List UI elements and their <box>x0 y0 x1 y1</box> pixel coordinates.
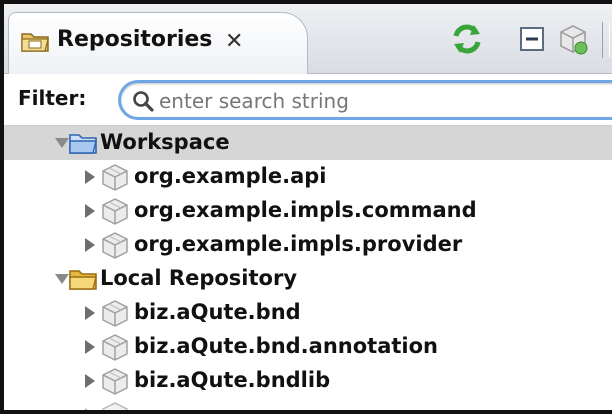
tree-node-bundle[interactable]: biz.aQute.bnd.annotation <box>4 330 612 364</box>
repositories-view: Repositories ✕ Filter: enter search stri… <box>0 0 612 414</box>
tab-repositories[interactable]: Repositories ✕ <box>8 12 308 74</box>
tree-node-bundle[interactable]: org.example.api <box>4 160 612 194</box>
tree-node-label: biz.aQute.bndlib <box>134 368 331 392</box>
tree-node-label: org.example.impls.provider <box>134 232 463 256</box>
bundle-icon <box>102 402 128 410</box>
collapsed-triangle-icon[interactable] <box>82 169 98 185</box>
bundle-icon <box>102 300 128 327</box>
bundle-icon <box>102 198 128 225</box>
search-input[interactable] <box>159 86 612 116</box>
bundle-icon <box>102 368 128 395</box>
folder-icon <box>69 270 97 290</box>
view-tab-bar: Repositories ✕ <box>4 4 612 74</box>
collapsed-triangle-icon[interactable] <box>82 203 98 219</box>
tree-node-bundle[interactable]: org.example.impls.command <box>4 194 612 228</box>
tree-node-label: biz.aQute.bnd <box>134 300 301 324</box>
collapsed-triangle-icon[interactable] <box>82 407 98 414</box>
filter-label: Filter: <box>18 86 87 110</box>
tree-node-bundle[interactable]: biz.aQute.bndlib <box>4 364 612 398</box>
tree-node-label: org.example.api <box>134 164 327 188</box>
collapsed-triangle-icon[interactable] <box>82 305 98 321</box>
tree-node-bundle[interactable]: biz.aQute.bnd <box>4 296 612 330</box>
search-icon <box>133 91 154 112</box>
collapsed-triangle-icon[interactable] <box>82 373 98 389</box>
tree-node-workspace[interactable]: Workspace <box>4 126 612 160</box>
tab-title: Repositories <box>57 27 213 52</box>
close-icon[interactable]: ✕ <box>225 31 247 53</box>
repository-folder-icon <box>21 33 49 52</box>
collapsed-triangle-icon[interactable] <box>82 339 98 355</box>
tree-node-label: org.example.impls.command <box>134 198 477 222</box>
tree-node-local-repository[interactable]: Local Repository <box>4 262 612 296</box>
collapsed-triangle-icon[interactable] <box>82 237 98 253</box>
search-field[interactable] <box>118 80 612 120</box>
workspace-folder-icon <box>69 134 97 154</box>
filter-row: Filter: <box>4 74 612 126</box>
bundle-icon <box>102 232 128 259</box>
tree-node-label: Local Repository <box>100 266 298 290</box>
repository-tree: Workspace org.example.api org.example.im… <box>4 126 612 414</box>
toolbar-separator <box>602 22 610 58</box>
bundle-icon <box>102 334 128 361</box>
collapse-all-icon[interactable] <box>516 22 550 56</box>
tree-node-label: Workspace <box>100 130 230 154</box>
refresh-icon[interactable] <box>450 22 484 56</box>
bundle-icon <box>102 164 128 191</box>
tree-node-label: biz.aQute.bnd.annotation <box>134 334 438 358</box>
add-bundle-icon[interactable] <box>556 22 590 56</box>
tree-node-bundle[interactable]: org.example.impls.provider <box>4 228 612 262</box>
tree-node-bundle-partial[interactable] <box>4 398 612 414</box>
